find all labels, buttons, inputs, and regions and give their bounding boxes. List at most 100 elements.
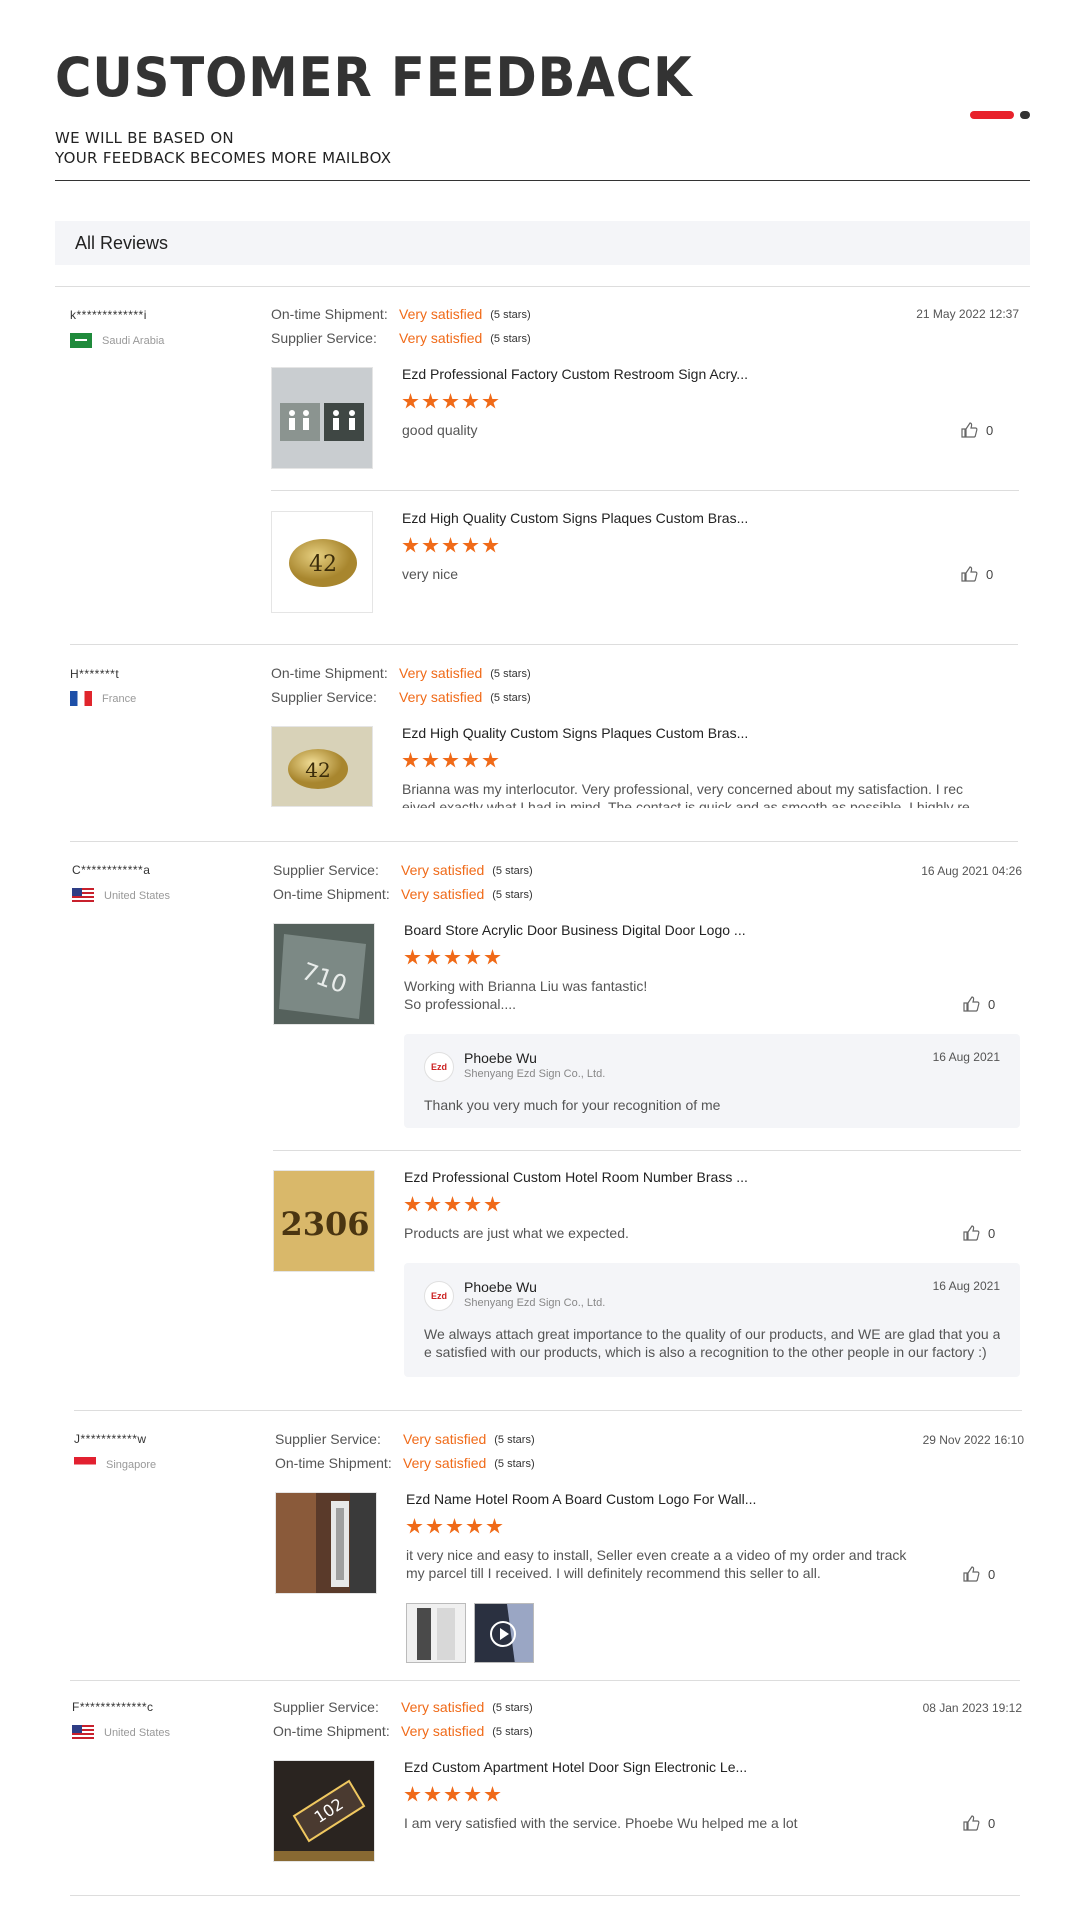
reply-date: 16 Aug 2021 <box>932 1279 1000 1293</box>
reply-company: Shenyang Ezd Sign Co., Ltd. <box>464 1068 606 1080</box>
country-name: Saudi Arabia <box>102 334 165 347</box>
divider <box>70 1680 1020 1681</box>
review-comment: good quality <box>402 422 478 438</box>
comment-line: So professional.... <box>404 996 517 1012</box>
france-flag-icon <box>70 691 92 706</box>
rating-row: On-time Shipment: Very satisfied (5 star… <box>275 1455 535 1473</box>
rating-row: Supplier Service: Very satisfied (5 star… <box>271 330 531 348</box>
like-count: 0 <box>988 1815 996 1831</box>
star-icon <box>462 537 479 553</box>
hero-header: CUSTOMER FEEDBACK WE WILL BE BASED ON YO… <box>55 44 1030 181</box>
review-comment: Working with Brianna Liu was fantastic! … <box>404 977 647 1013</box>
review-comment: it very nice and easy to install, Seller… <box>406 1546 906 1582</box>
star-icon <box>422 537 439 553</box>
all-reviews-tab[interactable]: All Reviews <box>55 221 1030 265</box>
like-button[interactable]: 0 <box>962 1565 995 1583</box>
rating-value: Very satisfied <box>401 862 485 878</box>
country-name: United States <box>104 889 171 902</box>
page-subtitle: WE WILL BE BASED ON YOUR FEEDBACK BECOME… <box>55 128 1030 168</box>
like-count: 0 <box>988 996 996 1012</box>
rating-value: Very satisfied <box>399 689 483 705</box>
star-icon <box>422 752 439 768</box>
carousel-indicator-dot[interactable] <box>1020 111 1030 119</box>
product-thumbnail[interactable] <box>275 1492 377 1594</box>
supplier-logo: Ezd <box>424 1281 454 1311</box>
product-title-link[interactable]: Ezd Custom Apartment Hotel Door Sign Ele… <box>404 1759 747 1775</box>
thumbs-up-icon <box>963 996 980 1012</box>
star-icon <box>464 949 481 965</box>
rating-stars-text: (5 stars) <box>494 1458 535 1470</box>
product-title-link[interactable]: Ezd High Quality Custom Signs Plaques Cu… <box>402 510 748 526</box>
reviewer-name: J***********w <box>74 1432 147 1446</box>
like-button[interactable]: 0 <box>960 565 993 583</box>
thumbs-up-icon <box>963 1225 980 1241</box>
star-icon <box>442 537 459 553</box>
like-count: 0 <box>986 566 994 582</box>
comment-line: it very nice and easy to install, Seller… <box>406 1547 907 1563</box>
product-thumbnail[interactable]: 42 <box>271 511 373 613</box>
product-title-link[interactable]: Board Store Acrylic Door Business Digita… <box>404 922 746 938</box>
product-thumbnail[interactable]: 102 <box>273 1760 375 1862</box>
product-thumbnail[interactable]: 710 <box>273 923 375 1025</box>
rating-stars-text: (5 stars) <box>490 333 531 345</box>
review-date: 16 Aug 2021 04:26 <box>921 864 1022 878</box>
star-icon <box>444 949 461 965</box>
review-photo[interactable] <box>406 1603 466 1663</box>
product-title-link[interactable]: Ezd High Quality Custom Signs Plaques Cu… <box>402 725 748 741</box>
rating-row: On-time Shipment: Very satisfied (5 star… <box>271 306 531 324</box>
reviewer-country: France <box>70 691 136 706</box>
star-rating <box>402 537 499 554</box>
star-icon <box>444 1196 461 1212</box>
divider <box>70 644 1018 645</box>
review-video[interactable] <box>474 1603 534 1663</box>
comment-line: eived exactly what I had in mind. The co… <box>402 799 970 808</box>
star-icon <box>424 1196 441 1212</box>
product-thumbnail[interactable]: 2306 <box>273 1170 375 1272</box>
like-button[interactable]: 0 <box>962 1224 995 1242</box>
star-rating <box>406 1518 503 1535</box>
star-icon <box>486 1518 503 1534</box>
reply-company: Shenyang Ezd Sign Co., Ltd. <box>464 1297 606 1309</box>
like-button[interactable]: 0 <box>962 1814 995 1832</box>
reviewer-country: Saudi Arabia <box>70 333 164 348</box>
product-title-link[interactable]: Ezd Professional Factory Custom Restroom… <box>402 366 748 382</box>
rating-label: On-time Shipment: <box>273 886 390 902</box>
country-name: United States <box>104 1726 171 1739</box>
star-icon <box>464 1196 481 1212</box>
star-icon <box>426 1518 443 1534</box>
carousel-indicator[interactable] <box>970 111 1030 119</box>
reply-text-line: We always attach great importance to the… <box>424 1326 1000 1342</box>
star-icon <box>484 1196 501 1212</box>
reviewer-country: Singapore <box>74 1457 156 1472</box>
divider <box>271 490 1019 491</box>
star-icon <box>484 949 501 965</box>
star-icon <box>462 752 479 768</box>
divider <box>70 841 1018 842</box>
thumb-number: 42 <box>305 758 330 782</box>
rating-stars-text: (5 stars) <box>490 692 531 704</box>
product-title-link[interactable]: Ezd Name Hotel Room A Board Custom Logo … <box>406 1491 756 1507</box>
product-thumbnail[interactable]: 42 <box>271 726 373 807</box>
rating-value: Very satisfied <box>403 1455 487 1471</box>
rating-label: On-time Shipment: <box>275 1455 392 1471</box>
like-button[interactable]: 0 <box>960 421 993 439</box>
review-comment: Products are just what we expected. <box>404 1225 629 1241</box>
star-icon <box>446 1518 463 1534</box>
carousel-indicator-active[interactable] <box>970 111 1014 119</box>
product-thumbnail[interactable] <box>271 367 373 469</box>
rating-row: Supplier Service: Very satisfied (5 star… <box>275 1431 535 1449</box>
comment-line: my parcel till I received. I will defini… <box>406 1565 821 1581</box>
divider <box>74 1410 1022 1411</box>
reviewer-country: United States <box>72 1725 170 1740</box>
star-icon <box>484 1786 501 1802</box>
comment-line: Brianna was my interlocutor. Very profes… <box>402 781 964 797</box>
product-title-link[interactable]: Ezd Professional Custom Hotel Room Numbe… <box>404 1169 748 1185</box>
rating-row: Supplier Service: Very satisfied (5 star… <box>273 1699 533 1717</box>
rating-stars-text: (5 stars) <box>494 1434 535 1446</box>
star-icon <box>402 752 419 768</box>
review-comment: Brianna was my interlocutor. Very profes… <box>402 780 1022 808</box>
rating-row: On-time Shipment: Very satisfied (5 star… <box>271 665 531 683</box>
rating-value: Very satisfied <box>399 330 483 346</box>
like-count: 0 <box>988 1566 996 1582</box>
like-button[interactable]: 0 <box>962 995 995 1013</box>
